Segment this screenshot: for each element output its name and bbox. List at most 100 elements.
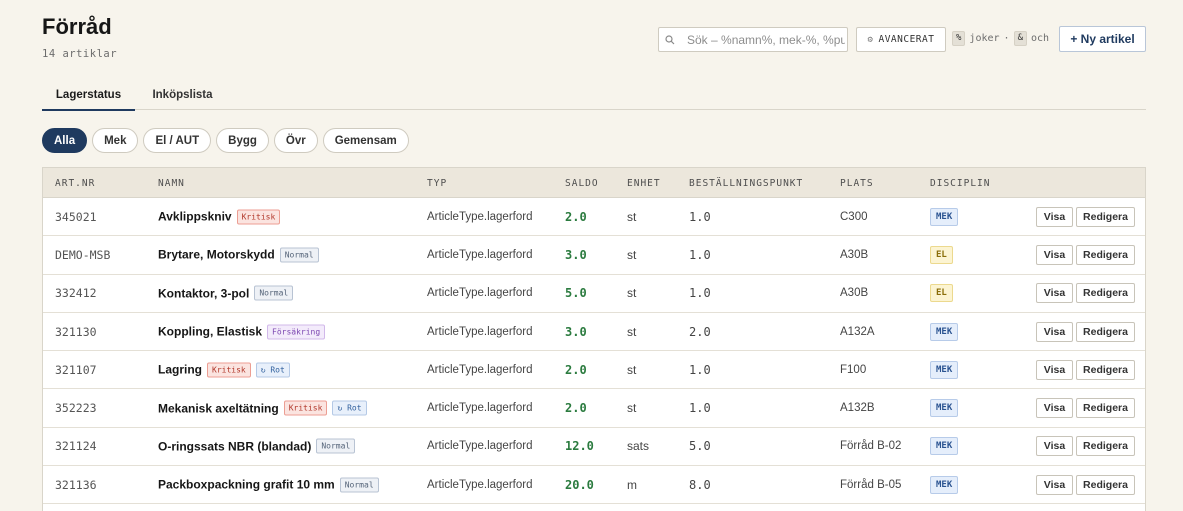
col-plats: PLATS (840, 178, 874, 189)
cell-enhet: st (627, 401, 637, 416)
cell-saldo: 2.0 (565, 401, 587, 416)
cell-artnr: 321130 (55, 324, 97, 339)
cell-enhet: st (627, 362, 637, 377)
advanced-button[interactable]: ⚙ AVANCERAT (856, 27, 946, 52)
status-badge: Normal (316, 438, 356, 454)
cell-artnr: 321136 (55, 477, 97, 492)
edit-button[interactable]: Redigera (1076, 321, 1135, 342)
col-saldo: SALDO (565, 178, 599, 189)
search-input[interactable] (681, 32, 845, 47)
search-icon (659, 34, 681, 45)
search-box[interactable] (658, 27, 848, 52)
status-badge: Normal (279, 247, 319, 263)
cell-saldo: 2.0 (565, 362, 587, 377)
discipline-badge: MEK (930, 207, 959, 226)
edit-button[interactable]: Redigera (1076, 474, 1135, 495)
cell-saldo: 12.0 (565, 439, 594, 454)
cell-artnr: 321124 (55, 439, 97, 454)
tab-bar: Lagerstatus Inköpslista (42, 80, 1146, 111)
filter-bygg[interactable]: Bygg (216, 128, 269, 153)
cell-namn: Mekanisk axeltätning Kritisk ↻ Rot (158, 400, 367, 416)
edit-button[interactable]: Redigera (1076, 283, 1135, 304)
tab-lagerstatus[interactable]: Lagerstatus (42, 80, 135, 111)
cell-bestallningspunkt: 1.0 (689, 209, 711, 224)
table-row: 321130 Koppling, Elastisk Försäkring Arti… (43, 313, 1145, 352)
edit-button[interactable]: Redigera (1076, 206, 1135, 227)
view-button[interactable]: Visa (1036, 244, 1073, 265)
table-body: 345021 Avklippskniv Kritisk ArticleType.l… (43, 198, 1145, 505)
cell-typ: ArticleType.lagerford (427, 478, 533, 491)
status-badge: Normal (339, 477, 379, 493)
col-namn: NAMN (158, 178, 185, 189)
view-button[interactable]: Visa (1036, 436, 1073, 457)
cell-bestallningspunkt: 1.0 (689, 401, 711, 416)
cell-plats: A30B (840, 287, 869, 300)
article-name: Brytare, Motorskydd (158, 247, 275, 262)
cell-saldo: 2.0 (565, 209, 587, 224)
cell-artnr: DEMO-MSB (55, 247, 111, 262)
edit-button[interactable]: Redigera (1076, 436, 1135, 457)
filter-gemensam[interactable]: Gemensam (322, 128, 409, 153)
article-count: 14 artiklar (42, 48, 118, 60)
discipline-badge: EL (930, 284, 953, 303)
table-header: ART.NR NAMN TYP SALDO ENHET BESTÄLLNINGS… (43, 168, 1145, 198)
status-badge: Normal (254, 285, 294, 301)
discipline-badge: MEK (930, 437, 959, 456)
filter-mek[interactable]: Mek (92, 128, 139, 153)
filter-ovr[interactable]: Övr (273, 128, 318, 153)
cell-namn: O-ringssats NBR (blandad) Normal (158, 438, 356, 454)
search-hints: % joker · & och (952, 31, 1049, 46)
cell-namn: Avklippskniv Kritisk (158, 209, 281, 225)
filter-alla[interactable]: Alla (42, 128, 88, 153)
view-button[interactable]: Visa (1036, 474, 1073, 495)
cell-plats: F100 (840, 363, 867, 376)
discipline-badge: MEK (930, 399, 959, 418)
view-button[interactable]: Visa (1036, 283, 1073, 304)
cell-typ: ArticleType.lagerford (427, 363, 533, 376)
status-badge: Kritisk (207, 362, 251, 378)
article-name: Packboxpackning grafit 10 mm (158, 477, 335, 492)
wildcard-key: % (952, 31, 966, 46)
cell-namn: Brytare, Motorskydd Normal (158, 247, 319, 263)
discipline-filters: Alla Mek El / AUT Bygg Övr Gemensam (42, 128, 409, 153)
view-button[interactable]: Visa (1036, 359, 1073, 380)
article-name: Avklippskniv (158, 209, 232, 224)
cell-namn: Kontaktor, 3-pol Normal (158, 285, 294, 301)
cell-enhet: m (627, 477, 637, 492)
edit-button[interactable]: Redigera (1076, 398, 1135, 419)
col-enhet: ENHET (627, 178, 661, 189)
discipline-badge: MEK (930, 360, 959, 379)
cell-plats: A30B (840, 248, 869, 261)
status-badge: ↻ Rot (255, 362, 290, 378)
view-button[interactable]: Visa (1036, 398, 1073, 419)
cell-plats: A132A (840, 325, 875, 338)
view-button[interactable]: Visa (1036, 321, 1073, 342)
cell-bestallningspunkt: 1.0 (689, 362, 711, 377)
discipline-badge: EL (930, 245, 953, 264)
cell-enhet: st (627, 286, 637, 301)
table-row: DEMO-MSB Brytare, Motorskydd Normal Artic… (43, 236, 1145, 275)
table-row: 321107 Lagring Kritisk ↻ Rot ArticleType.l… (43, 351, 1145, 390)
cell-bestallningspunkt: 1.0 (689, 286, 711, 301)
cell-artnr: 332412 (55, 286, 97, 301)
edit-button[interactable]: Redigera (1076, 359, 1135, 380)
filter-el-aut[interactable]: El / AUT (143, 128, 212, 153)
inventory-table: ART.NR NAMN TYP SALDO ENHET BESTÄLLNINGS… (42, 167, 1146, 511)
cell-enhet: st (627, 209, 637, 224)
cell-artnr: 352223 (55, 401, 97, 416)
cell-typ: ArticleType.lagerford (427, 402, 533, 415)
cell-saldo: 3.0 (565, 247, 587, 262)
status-badge: ↻ Rot (332, 400, 367, 416)
view-button[interactable]: Visa (1036, 206, 1073, 227)
tab-inkopslista[interactable]: Inköpslista (140, 80, 225, 110)
cell-namn: Koppling, Elastisk Försäkring (158, 324, 326, 340)
discipline-badge: MEK (930, 322, 959, 341)
cell-namn: Packboxpackning grafit 10 mm Normal (158, 477, 379, 493)
page-title: Förråd (42, 14, 112, 39)
edit-button[interactable]: Redigera (1076, 244, 1135, 265)
new-article-button[interactable]: + Ny artikel (1059, 26, 1146, 52)
cell-artnr: 345021 (55, 209, 97, 224)
status-badge: Kritisk (283, 400, 328, 416)
cell-bestallningspunkt: 5.0 (689, 439, 711, 454)
advanced-label: AVANCERAT (878, 34, 935, 45)
